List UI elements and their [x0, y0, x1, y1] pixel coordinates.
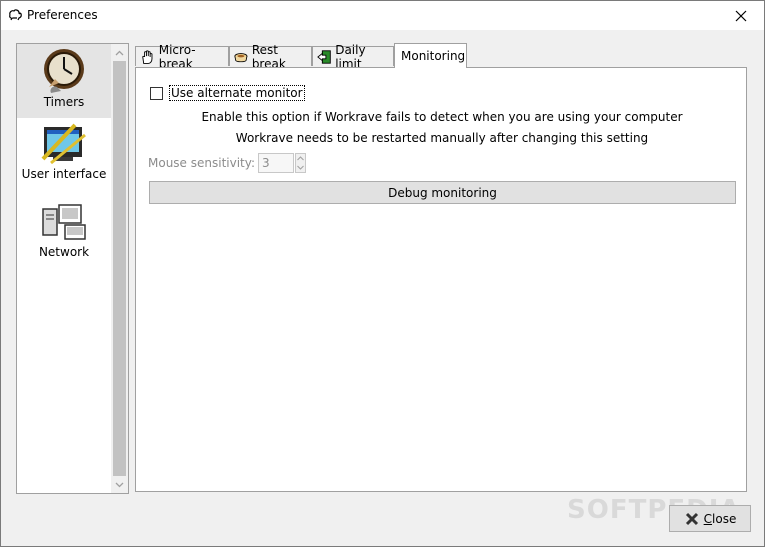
mouse-sensitivity-row: Mouse sensitivity: 3	[148, 153, 307, 173]
tab-daily-limit[interactable]: Daily limit	[312, 43, 394, 71]
stepper-buttons[interactable]	[295, 153, 307, 173]
tab-monitoring[interactable]: Monitoring	[394, 43, 467, 68]
mouse-sensitivity-label: Mouse sensitivity:	[148, 156, 256, 170]
chevron-down-icon	[115, 482, 124, 487]
cup-icon	[234, 52, 248, 62]
sidebar-item-user-interface[interactable]: User interface	[17, 120, 111, 192]
category-sidebar: Timers User interface Network	[16, 43, 129, 494]
alternate-monitor-checkbox[interactable]	[150, 86, 163, 100]
chevron-up-icon	[115, 50, 124, 55]
close-label-rest: lose	[712, 511, 737, 526]
mouse-sensitivity-input[interactable]: 3	[258, 153, 295, 173]
clock-icon	[44, 49, 84, 93]
sidebar-item-label: Timers	[43, 95, 85, 109]
scrollbar-thumb[interactable]	[113, 61, 126, 476]
sidebar-scrollbar[interactable]	[111, 44, 128, 493]
category-list: Timers User interface Network	[17, 44, 111, 493]
restart-notice: Workrave needs to be restarted manually …	[235, 131, 649, 145]
window-close-button[interactable]	[718, 1, 764, 30]
mouse-sensitivity-stepper[interactable]: 3	[258, 153, 307, 173]
alternate-monitor-description: Enable this option if Workrave fails to …	[201, 110, 683, 124]
monitoring-panel: Use alternate monitor Enable this option…	[135, 67, 747, 492]
workrave-sheep-icon	[9, 9, 22, 21]
exit-icon	[317, 49, 331, 64]
preferences-window: Preferences Timers User interface Networ…	[0, 0, 765, 547]
sidebar-item-timers[interactable]: Timers	[17, 44, 111, 118]
close-button[interactable]: Close	[669, 505, 751, 532]
window-title: Preferences	[27, 8, 98, 22]
sidebar-item-label: Network	[38, 245, 90, 259]
debug-monitoring-button[interactable]: Debug monitoring	[149, 181, 736, 204]
alternate-monitor-label[interactable]: Use alternate monitor	[169, 85, 305, 101]
stepper-up-button[interactable]	[296, 154, 305, 163]
close-icon	[735, 10, 747, 21]
title-bar: Preferences	[1, 1, 764, 30]
alternate-monitor-option[interactable]: Use alternate monitor	[150, 85, 305, 101]
tab-label: Monitoring	[401, 49, 466, 63]
close-button-label: Close	[704, 512, 737, 526]
chevron-up-icon	[297, 156, 304, 161]
scroll-up-button[interactable]	[111, 44, 128, 61]
tab-rest-break[interactable]: Rest break	[229, 43, 312, 71]
user-interface-icon	[41, 123, 86, 165]
scroll-down-button[interactable]	[111, 476, 128, 493]
tab-micro-break[interactable]: Micro-break	[135, 43, 229, 71]
stepper-down-button[interactable]	[296, 163, 305, 172]
close-icon	[685, 512, 698, 525]
hand-icon	[142, 49, 153, 64]
close-mnemonic: C	[703, 511, 713, 526]
network-icon	[42, 204, 86, 240]
sidebar-item-network[interactable]: Network	[17, 194, 111, 266]
chevron-down-icon	[297, 165, 304, 170]
sidebar-item-label: User interface	[21, 167, 107, 181]
